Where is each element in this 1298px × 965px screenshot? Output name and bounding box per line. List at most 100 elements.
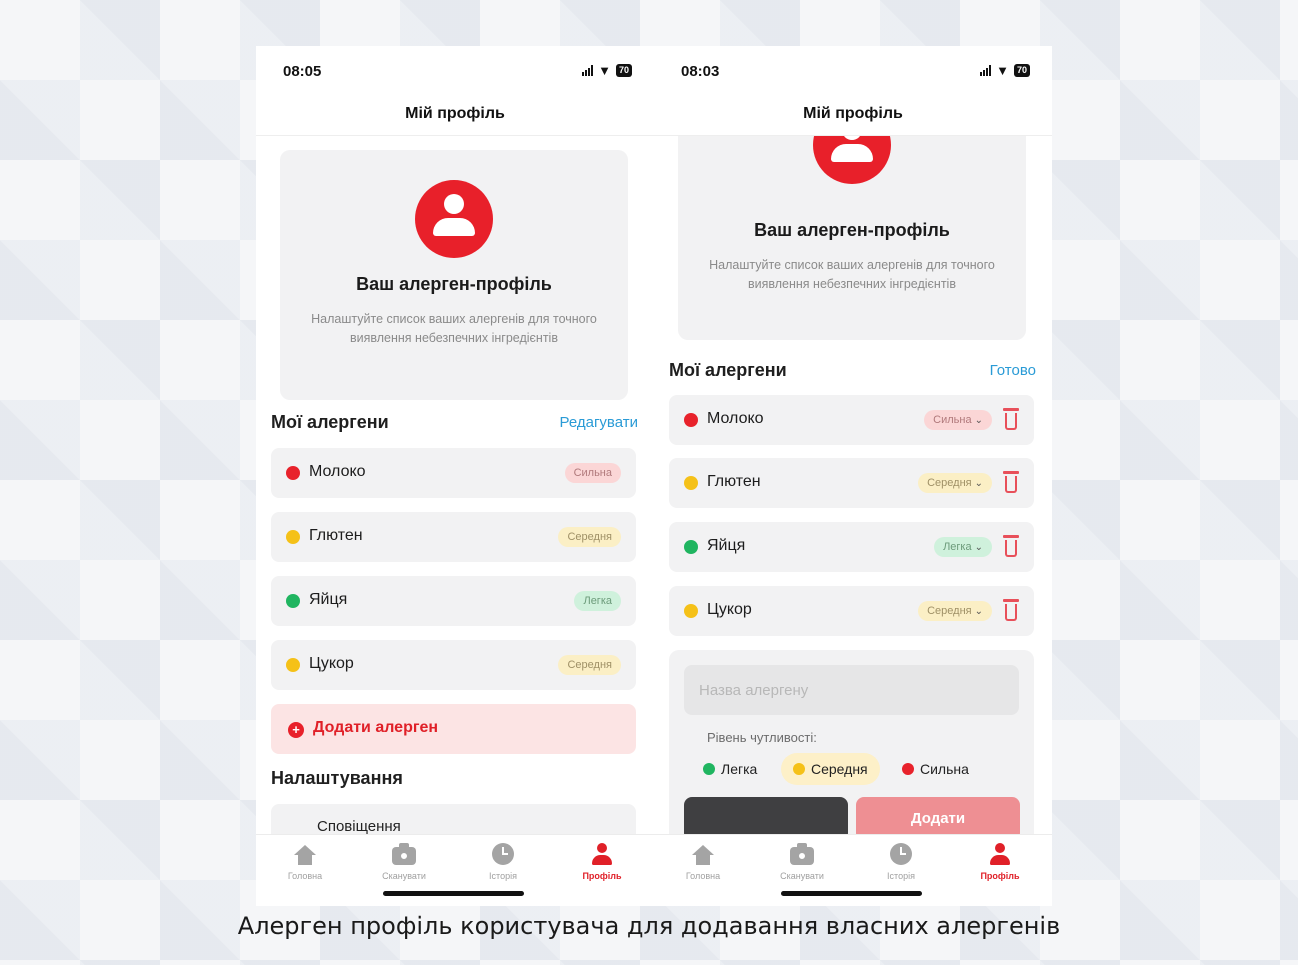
profile-card-description: Налаштуйте список ваших алергенів для то… [709, 258, 995, 291]
sensitivity-label: Рівень чутливості: [707, 730, 817, 745]
camera-icon [392, 843, 416, 865]
trash-icon[interactable] [1003, 535, 1019, 557]
status-time: 08:05 [283, 63, 322, 80]
allergen-name: Цукор [707, 601, 752, 618]
severity-badge: Середня [558, 527, 621, 547]
allergen-row[interactable]: Яйця Легка [271, 576, 636, 626]
avatar-icon [415, 180, 493, 258]
status-bar: 08:03 ▼ 70 [654, 46, 1052, 96]
severity-badge: Сильна [564, 463, 621, 483]
allergen-name-input[interactable] [684, 665, 1019, 715]
tab-label: Профіль [980, 871, 1020, 881]
add-allergen-button[interactable]: + Додати алерген [271, 704, 636, 754]
tab-profile[interactable]: Профіль [562, 841, 642, 881]
tab-label: Сканувати [382, 871, 426, 881]
plus-circle-icon: + [288, 722, 304, 738]
severity-dropdown[interactable]: Сильна ⌄ [924, 410, 992, 430]
tab-label: Історія [489, 871, 517, 881]
status-icons: ▼ 70 [582, 64, 632, 77]
trash-icon[interactable] [1003, 471, 1019, 493]
allergen-name: Цукор [309, 655, 354, 672]
severity-dropdown[interactable]: Середня ⌄ [918, 601, 992, 621]
profile-card-title: Ваш алерген-профіль [356, 274, 552, 294]
profile-card-description: Налаштуйте список ваших алергенів для то… [311, 312, 597, 345]
severity-dot-icon [286, 658, 300, 672]
allergen-name: Глютен [707, 473, 761, 490]
level-option-light[interactable]: Легка [691, 753, 769, 785]
home-icon [294, 845, 316, 865]
severity-dot-icon [684, 604, 698, 618]
severity-dropdown[interactable]: Легка ⌄ [934, 537, 992, 557]
tab-scan[interactable]: Сканувати [364, 841, 444, 881]
tab-bar: Головна Сканувати Історія Профіль [654, 834, 1052, 906]
person-icon [989, 843, 1011, 865]
level-option-medium[interactable]: Середня [781, 753, 880, 785]
allergen-row: Цукор Середня ⌄ [669, 586, 1034, 636]
tab-label: Головна [287, 871, 323, 881]
add-allergen-label: Додати алерген [313, 719, 439, 736]
severity-value: Середня [927, 605, 972, 617]
edit-button[interactable]: Редагувати [560, 414, 639, 431]
tab-history[interactable]: Історія [861, 841, 941, 881]
clock-icon [492, 843, 514, 865]
tab-scan[interactable]: Сканувати [762, 841, 842, 881]
settings-item-label: Сповіщення [317, 818, 401, 835]
tab-history[interactable]: Історія [463, 841, 543, 881]
page-title: Мій профіль [654, 96, 1052, 136]
home-indicator [781, 891, 922, 896]
settings-item-notifications[interactable]: Сповіщення [271, 804, 636, 836]
green-dot-icon [703, 763, 715, 775]
severity-value: Сильна [933, 414, 972, 426]
tab-label: Головна [685, 871, 721, 881]
allergen-row[interactable]: Молоко Сильна [271, 448, 636, 498]
profile-content[interactable]: Ваш алерген-профіль Налаштуйте список ва… [654, 136, 1052, 836]
severity-dot-icon [286, 466, 300, 480]
allergen-name: Глютен [309, 527, 363, 544]
submit-add-button[interactable]: Додати [856, 797, 1020, 836]
allergens-section-header: Мої алергени Редагувати [271, 412, 638, 436]
home-indicator [383, 891, 524, 896]
level-option-label: Сильна [920, 761, 969, 777]
level-option-strong[interactable]: Сильна [890, 753, 981, 785]
profile-content[interactable]: Ваш алерген-профіль Налаштуйте список ва… [256, 136, 654, 836]
severity-dropdown[interactable]: Середня ⌄ [918, 473, 992, 493]
allergen-row[interactable]: Цукор Середня [271, 640, 636, 690]
allergens-section-title: Мої алергени [669, 360, 787, 380]
severity-dot-icon [684, 476, 698, 490]
slide-caption: Алерген профіль користувача для додаванн… [237, 912, 1061, 940]
allergen-name: Молоко [707, 410, 764, 427]
trash-icon[interactable] [1003, 408, 1019, 430]
tab-home[interactable]: Головна [663, 841, 743, 881]
cancel-button[interactable] [684, 797, 848, 836]
tab-label: Історія [887, 871, 915, 881]
done-button[interactable]: Готово [990, 362, 1036, 379]
allergen-name: Молоко [309, 463, 366, 480]
allergen-row[interactable]: Глютен Середня [271, 512, 636, 562]
clock-icon [890, 843, 912, 865]
trash-icon[interactable] [1003, 599, 1019, 621]
severity-dot-icon [286, 530, 300, 544]
battery-icon: 70 [615, 64, 632, 77]
allergen-row: Молоко Сильна ⌄ [669, 395, 1034, 445]
severity-dot-icon [684, 413, 698, 427]
page-title: Мій профіль [256, 96, 654, 136]
severity-value: Легка [943, 541, 972, 553]
person-icon [591, 843, 613, 865]
red-dot-icon [902, 763, 914, 775]
status-time: 08:03 [681, 63, 720, 80]
yellow-dot-icon [793, 763, 805, 775]
wifi-icon: ▼ [996, 62, 1009, 78]
severity-badge: Легка [574, 591, 621, 611]
signal-icon [980, 65, 992, 76]
profile-card: Ваш алерген-профіль Налаштуйте список ва… [678, 136, 1026, 340]
tab-bar: Головна Сканувати Історія Профіль [256, 834, 654, 906]
tab-home[interactable]: Головна [265, 841, 345, 881]
settings-section-title: Налаштування [271, 768, 403, 788]
chevron-down-icon: ⌄ [974, 415, 983, 426]
severity-dot-icon [684, 540, 698, 554]
chevron-down-icon: ⌄ [974, 478, 983, 489]
tab-profile[interactable]: Профіль [960, 841, 1040, 881]
level-option-label: Легка [721, 761, 758, 777]
chevron-down-icon: ⌄ [974, 542, 983, 553]
tab-label: Профіль [582, 871, 622, 881]
